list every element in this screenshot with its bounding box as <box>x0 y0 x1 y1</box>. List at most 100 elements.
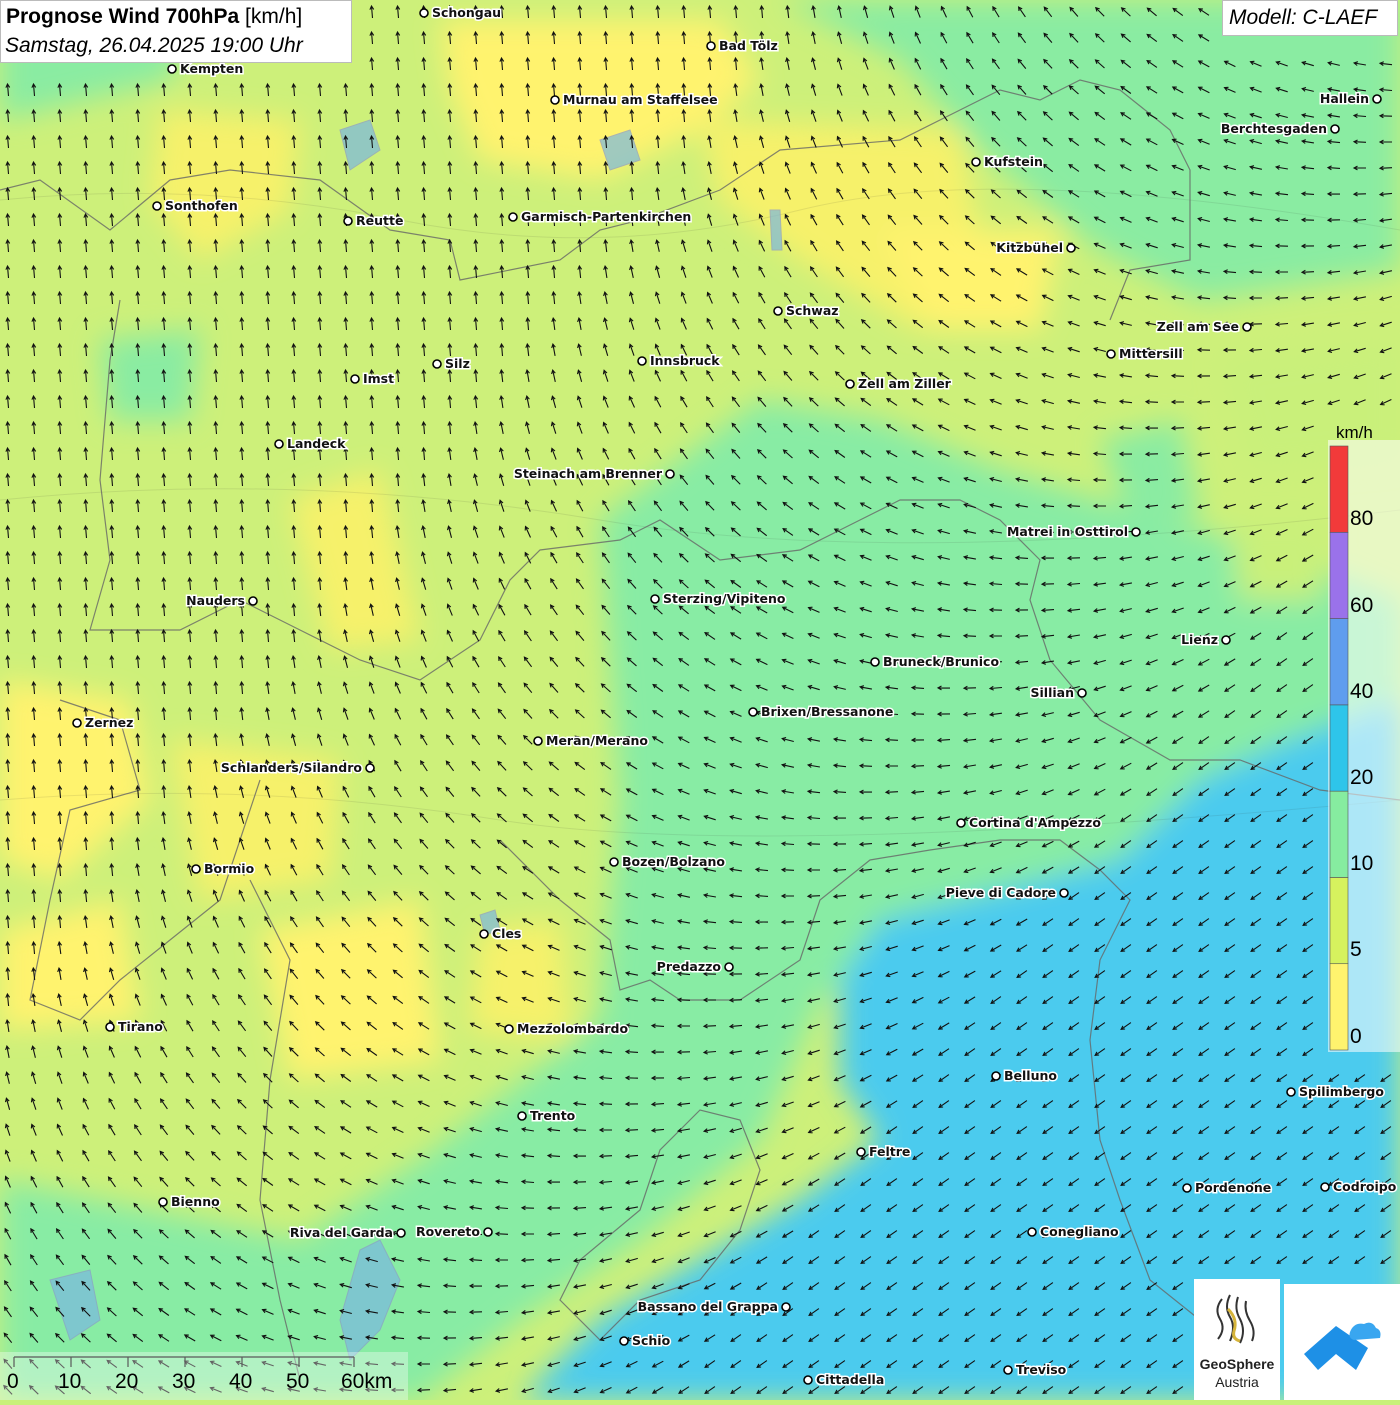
weather-app-icon <box>1304 1322 1381 1370</box>
city-label: Cortina d'Ampezzo <box>969 815 1101 830</box>
city-marker-icon <box>665 469 675 479</box>
scale-label-40: 40 <box>229 1370 253 1393</box>
city-marker-icon <box>1330 124 1340 134</box>
title-box: Prognose Wind 700hPa [km/h] Samstag, 26.… <box>0 0 352 63</box>
city-marker-icon <box>396 1228 406 1238</box>
city-label: Nauders <box>186 593 245 608</box>
city-marker-icon <box>724 962 734 972</box>
scale-label-10: 10 <box>58 1370 82 1393</box>
map-title-main: Prognose Wind 700hPa <box>6 5 240 28</box>
legend-label-5: 5 <box>1350 938 1362 961</box>
city-cittadella: Cittadella <box>803 1371 886 1389</box>
scale-label-50: 50 <box>286 1370 310 1393</box>
city-label: Conegliano <box>1040 1224 1119 1239</box>
city-label: Riva del Garda <box>290 1225 393 1240</box>
city-zell-am-see: Zell am See <box>1155 318 1252 336</box>
legend-label-80: 80 <box>1350 507 1374 530</box>
city-garmisch-partenkirchen: Garmisch-Partenkirchen <box>508 208 693 226</box>
city-label: Bozen/Bolzano <box>622 854 725 869</box>
city-marker-icon <box>1003 1365 1013 1375</box>
city-label: Innsbruck <box>650 353 720 368</box>
city-marker-icon <box>991 1071 1001 1081</box>
weather-app-logo <box>1284 1284 1400 1400</box>
city-marker-icon <box>1221 635 1231 645</box>
city-meran-merano: Meran/Merano <box>533 732 650 750</box>
city-kempten: Kempten <box>167 60 245 78</box>
city-zell-am-ziller: Zell am Ziller <box>845 375 953 393</box>
city-marker-icon <box>706 41 716 51</box>
city-riva-del-garda: Riva del Garda <box>288 1224 406 1242</box>
city-marker-icon <box>274 439 284 449</box>
city-label: Feltre <box>869 1144 910 1159</box>
city-label: Cittadella <box>816 1372 884 1387</box>
city-label: Trento <box>530 1108 576 1123</box>
legend-swatch-10-20 <box>1329 790 1349 878</box>
city-marker-icon <box>1286 1087 1296 1097</box>
legend-label-40: 40 <box>1350 680 1374 703</box>
geosphere-logo-country: Austria <box>1215 1374 1259 1390</box>
city-cortina-d-ampezzo: Cortina d'Ampezzo <box>956 814 1103 832</box>
city-marker-icon <box>1059 888 1069 898</box>
city-label: Kitzbühel <box>996 240 1063 255</box>
city-label: Lienz <box>1181 632 1218 647</box>
city-label: Zell am Ziller <box>858 376 952 391</box>
map-title-unit: [km/h] <box>245 5 303 28</box>
city-mittersill: Mittersill <box>1106 345 1184 363</box>
city-marker-icon <box>483 1227 493 1237</box>
city-bozen-bolzano: Bozen/Bolzano <box>609 853 727 871</box>
city-label: Kufstein <box>984 154 1043 169</box>
city-marker-icon <box>533 736 543 746</box>
city-label: Bormio <box>204 861 255 876</box>
legend-swatch-60-80 <box>1329 531 1349 619</box>
city-label: Sonthofen <box>165 198 238 213</box>
city-marker-icon <box>508 212 518 222</box>
city-marker-icon <box>650 594 660 604</box>
city-marker-icon <box>773 306 783 316</box>
legend-color-bar <box>1328 440 1400 1052</box>
city-codroipo: Codroipo <box>1320 1178 1398 1196</box>
legend-swatch-80-100 <box>1329 445 1349 533</box>
city-marker-icon <box>158 1197 168 1207</box>
city-label: Bassano del Grappa <box>638 1299 778 1314</box>
city-label: Sterzing/Vipiteno <box>663 591 786 606</box>
city-label: Schongau <box>432 5 501 20</box>
city-mezzolombardo: Mezzolombardo <box>504 1020 630 1038</box>
geosphere-logo-name: GeoSphere <box>1199 1356 1275 1372</box>
scale-label-60km: 60km <box>341 1370 393 1393</box>
city-marker-icon <box>350 374 360 384</box>
legend-label-60: 60 <box>1350 594 1374 617</box>
city-label: Landeck <box>287 436 346 451</box>
city-berchtesgaden: Berchtesgaden <box>1219 120 1340 138</box>
legend-label-20: 20 <box>1350 766 1374 789</box>
legend-unit: km/h <box>1336 423 1373 442</box>
city-label: Pordenone <box>1195 1180 1271 1195</box>
city-label: Schwaz <box>786 303 839 318</box>
city-marker-icon <box>619 1336 629 1346</box>
legend-swatch-20-40 <box>1329 704 1349 792</box>
city-label: Steinach am Brenner <box>514 466 663 481</box>
city-marker-icon <box>550 95 560 105</box>
model-box: Modell: C-LAEF <box>1222 0 1398 36</box>
city-label: Zernez <box>85 715 133 730</box>
city-marker-icon <box>152 201 162 211</box>
city-label: Mittersill <box>1119 346 1183 361</box>
city-murnau-am-staffelsee: Murnau am Staffelsee <box>550 91 719 109</box>
city-spilimbergo: Spilimbergo <box>1286 1083 1386 1101</box>
city-label: Silz <box>445 356 470 371</box>
city-marker-icon <box>1027 1227 1037 1237</box>
city-label: Bad Tölz <box>719 38 778 53</box>
wind-map: Schongau Bad Tölz Kempten Murnau am Staffel… <box>0 0 1400 1400</box>
city-marker-icon <box>365 763 375 773</box>
forecast-datetime: Samstag, 26.04.2025 19:00 Uhr <box>5 34 303 57</box>
city-label: Kempten <box>180 61 243 76</box>
city-marker-icon <box>72 718 82 728</box>
legend-label-0: 0 <box>1350 1025 1362 1048</box>
city-label: Reutte <box>356 213 403 228</box>
city-marker-icon <box>1131 527 1141 537</box>
city-label: Cles <box>492 926 521 941</box>
city-sonthofen: Sonthofen <box>152 197 239 215</box>
city-marker-icon <box>971 157 981 167</box>
city-label: Mezzolombardo <box>517 1021 628 1036</box>
city-marker-icon <box>845 379 855 389</box>
city-bassano-del-grappa: Bassano del Grappa <box>636 1298 791 1316</box>
